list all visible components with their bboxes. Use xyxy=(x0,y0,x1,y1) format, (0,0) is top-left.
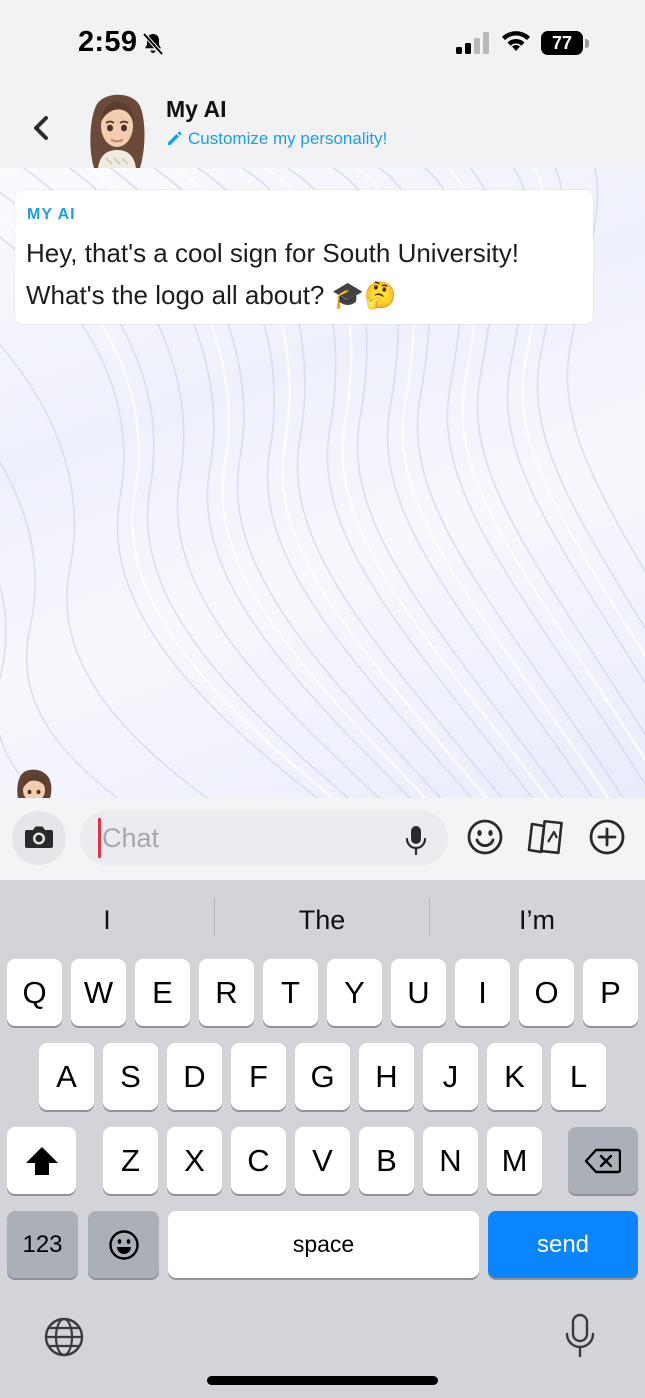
key-q[interactable]: Q xyxy=(7,959,62,1026)
status-time: 2:59 xyxy=(78,26,138,58)
key-f[interactable]: F xyxy=(231,1043,286,1110)
space-key[interactable]: space xyxy=(168,1211,479,1278)
shift-key[interactable] xyxy=(7,1127,76,1194)
key-w[interactable]: W xyxy=(71,959,126,1026)
avatar[interactable] xyxy=(84,88,150,168)
key-t[interactable]: T xyxy=(263,959,318,1026)
emoji-icon[interactable] xyxy=(466,818,504,856)
key-p[interactable]: P xyxy=(583,959,638,1026)
key-e[interactable]: E xyxy=(135,959,190,1026)
key-i[interactable]: I xyxy=(455,959,510,1026)
key-a[interactable]: A xyxy=(39,1043,94,1110)
customize-personality-link[interactable]: Customize my personality! xyxy=(166,128,387,150)
message-text: Hey, that's a cool sign for South Univer… xyxy=(26,238,519,310)
emoji-keyboard-key[interactable] xyxy=(88,1211,159,1278)
key-g[interactable]: G xyxy=(295,1043,350,1110)
key-s[interactable]: S xyxy=(103,1043,158,1110)
key-k[interactable]: K xyxy=(487,1043,542,1110)
backspace-icon xyxy=(585,1148,621,1174)
suggestion-3[interactable]: I’m xyxy=(430,898,644,942)
globe-icon[interactable] xyxy=(43,1316,85,1358)
ai-message-bubble[interactable]: MY AI Hey, that's a cool sign for South … xyxy=(15,190,593,324)
chat-input[interactable]: Chat xyxy=(80,810,448,866)
message-sender: MY AI xyxy=(27,206,76,223)
home-indicator xyxy=(207,1376,438,1385)
camera-icon xyxy=(25,826,53,848)
cards-icon[interactable] xyxy=(526,818,566,856)
key-u[interactable]: U xyxy=(391,959,446,1026)
key-y[interactable]: Y xyxy=(327,959,382,1026)
chat-area[interactable]: MY AI Hey, that's a cool sign for South … xyxy=(0,168,645,798)
key-n[interactable]: N xyxy=(423,1127,478,1194)
chevron-left-icon[interactable] xyxy=(22,108,62,148)
keyboard: I The I’m Q W E R T Y U I O P A S D F G … xyxy=(0,880,645,1398)
numbers-key[interactable]: 123 xyxy=(7,1211,78,1278)
battery-icon: 77 xyxy=(541,31,583,55)
bell-slash-icon xyxy=(142,32,164,56)
key-x[interactable]: X xyxy=(167,1127,222,1194)
key-z[interactable]: Z xyxy=(103,1127,158,1194)
battery-cap xyxy=(585,39,589,48)
key-m[interactable]: M xyxy=(487,1127,542,1194)
key-r[interactable]: R xyxy=(199,959,254,1026)
chat-header: My AI Customize my personality! xyxy=(0,88,645,168)
status-bar: 2:59 77 xyxy=(0,0,645,88)
backspace-key[interactable] xyxy=(568,1127,638,1194)
signal-icon xyxy=(456,32,489,54)
send-key[interactable]: send xyxy=(488,1211,638,1278)
dictation-microphone-icon[interactable] xyxy=(564,1313,596,1359)
microphone-icon[interactable] xyxy=(404,824,428,856)
emoji-face-icon xyxy=(109,1230,139,1260)
key-h[interactable]: H xyxy=(359,1043,414,1110)
key-o[interactable]: O xyxy=(519,959,574,1026)
suggestion-1[interactable]: I xyxy=(0,898,214,942)
suggestion-2[interactable]: The xyxy=(215,898,429,942)
text-cursor xyxy=(98,818,101,858)
chat-input-bar: Chat xyxy=(0,798,645,880)
key-v[interactable]: V xyxy=(295,1127,350,1194)
camera-button[interactable] xyxy=(12,811,66,865)
chat-placeholder: Chat xyxy=(102,823,160,853)
chat-title: My AI xyxy=(166,96,227,122)
key-b[interactable]: B xyxy=(359,1127,414,1194)
key-c[interactable]: C xyxy=(231,1127,286,1194)
wifi-icon xyxy=(502,31,530,51)
plus-circle-icon[interactable] xyxy=(588,818,626,856)
key-j[interactable]: J xyxy=(423,1043,478,1110)
shift-icon xyxy=(26,1147,58,1175)
pencil-icon xyxy=(168,131,182,145)
bitmoji-avatar-small xyxy=(17,769,52,798)
key-l[interactable]: L xyxy=(551,1043,606,1110)
key-d[interactable]: D xyxy=(167,1043,222,1110)
customize-label: Customize my personality! xyxy=(188,129,388,148)
